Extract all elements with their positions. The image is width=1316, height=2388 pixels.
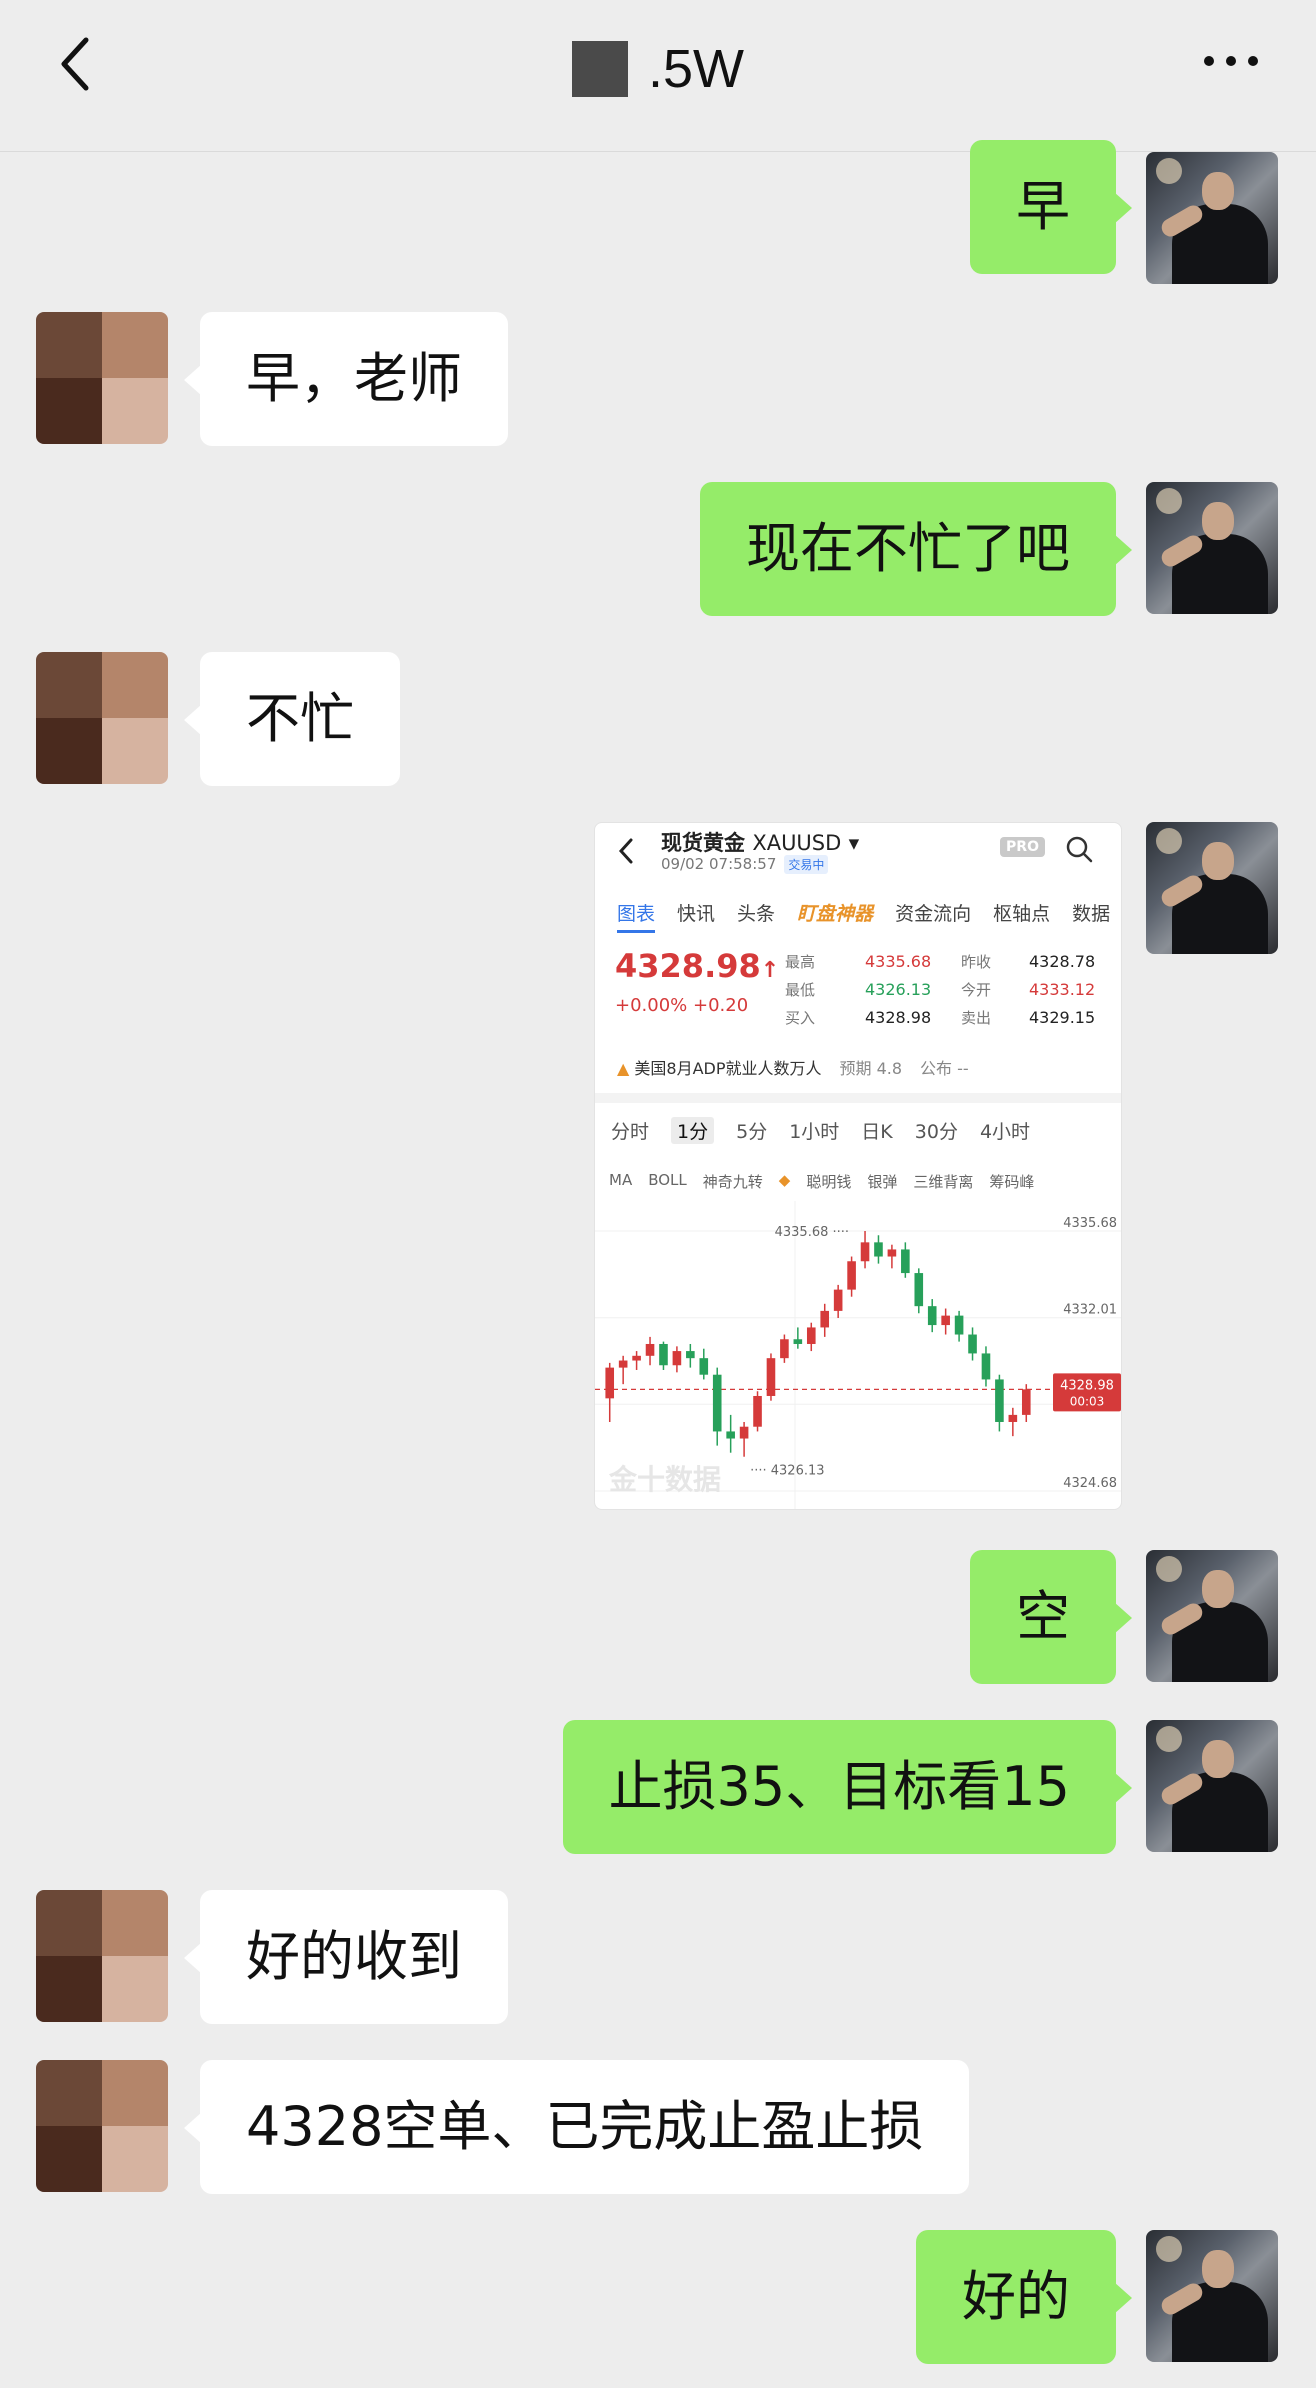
- min-price-label: ···· 4326.13: [750, 1464, 824, 1479]
- candle-body: [1008, 1414, 1018, 1422]
- y-tick-label: 4335.68: [1063, 1216, 1117, 1231]
- tab-data: 数据: [1072, 903, 1111, 925]
- status-badge: 交易中: [784, 855, 829, 874]
- quote-grid: 最高 4335.68 昨收 4328.78 最低 4326.13 今开 4333.12 买入…: [785, 951, 1096, 1027]
- pro-badge: PRO: [1000, 837, 1045, 857]
- candle-body: [833, 1289, 843, 1311]
- candle-body: [806, 1327, 816, 1344]
- candle-body: [672, 1351, 682, 1366]
- my-avatar[interactable]: [1146, 152, 1278, 284]
- indicator-tabs: MA BOLL 神奇九转 ◆ 聪明钱 银弹 三维背离 筹码峰: [609, 1171, 1035, 1191]
- more-dots-icon[interactable]: [1186, 36, 1276, 86]
- message-bubble[interactable]: 好的收到: [184, 1890, 508, 2024]
- candle-body: [793, 1339, 803, 1344]
- my-avatar[interactable]: [1146, 822, 1278, 954]
- message-bubble[interactable]: 早: [970, 140, 1132, 274]
- contact-avatar[interactable]: [36, 2060, 168, 2192]
- candle-body: [914, 1273, 924, 1307]
- message-bubble[interactable]: 止损35、目标看15: [562, 1720, 1133, 1854]
- watermark: 金十数据: [608, 1463, 721, 1496]
- candle-body: [954, 1315, 964, 1335]
- chevron-left-icon: [618, 838, 633, 864]
- candle-body: [753, 1395, 762, 1427]
- message-bubble[interactable]: 早，老师: [184, 312, 508, 446]
- message-bubble[interactable]: 好的: [916, 2230, 1132, 2364]
- candle-body: [968, 1334, 977, 1354]
- candle-body: [780, 1339, 789, 1359]
- redaction-block: [571, 41, 628, 97]
- message-bubble[interactable]: 现在不忙了吧: [700, 482, 1132, 616]
- message-bubble[interactable]: 不忙: [184, 652, 400, 786]
- candle-body: [981, 1353, 991, 1380]
- message-bubble[interactable]: 4328空单、已完成止盈止损: [183, 2060, 970, 2194]
- timeframe-tabs: 分时 1分 5分 1小时 日K 30分 4小时: [611, 1117, 1030, 1144]
- candle-body: [605, 1367, 615, 1399]
- tab-news: 快讯: [677, 903, 716, 925]
- contact-avatar[interactable]: [36, 1890, 168, 2022]
- chat-title-text: .5W: [647, 39, 744, 99]
- last-price: 4328.98↑: [615, 947, 780, 985]
- app-header: 现货黄金 XAUUSD ▾ 09/02 07:58:57 交易中 PRO: [595, 823, 1121, 887]
- candle-body: [927, 1306, 937, 1326]
- candle-body: [941, 1315, 950, 1326]
- candle-body: [860, 1242, 870, 1262]
- candle-body: [645, 1343, 655, 1356]
- candle-body: [766, 1358, 776, 1396]
- chat-title: .5W: [0, 34, 1316, 104]
- tab-fund-flow: 资金流向: [895, 903, 972, 925]
- tab-monitor: 盯盘神器: [797, 903, 874, 925]
- candle-body: [874, 1242, 883, 1257]
- candle-body: [699, 1358, 709, 1375]
- candle-body: [887, 1249, 897, 1257]
- price-change: +0.00% +0.20: [615, 995, 749, 1016]
- contact-avatar[interactable]: [36, 312, 168, 444]
- my-avatar[interactable]: [1146, 2230, 1278, 2362]
- candle-body: [686, 1351, 695, 1359]
- y-tick-label: 4332.01: [1063, 1303, 1117, 1318]
- last-price-tag-value: 4328.98: [1060, 1378, 1114, 1393]
- candle-body: [659, 1343, 668, 1366]
- my-avatar[interactable]: [1146, 1720, 1278, 1852]
- message-bubble[interactable]: 空: [970, 1550, 1132, 1684]
- candle-body: [618, 1360, 628, 1368]
- my-avatar[interactable]: [1146, 1550, 1278, 1682]
- candle-body: [995, 1379, 1004, 1422]
- candle-body: [739, 1426, 749, 1439]
- candle-body: [820, 1310, 830, 1328]
- search-icon: [1066, 836, 1093, 863]
- tab-pivot: 枢轴点: [993, 903, 1051, 925]
- y-tick-label: 4324.68: [1063, 1476, 1117, 1491]
- tab-chart: 图表: [617, 899, 656, 933]
- candle-body: [901, 1249, 910, 1274]
- tab-headlines: 头条: [737, 903, 776, 925]
- candle-body: [712, 1374, 722, 1432]
- max-price-label: 4335.68 ····: [775, 1225, 849, 1240]
- candle-body: [632, 1355, 641, 1361]
- candle-body: [726, 1431, 735, 1439]
- image-message-trading-screenshot[interactable]: 现货黄金 XAUUSD ▾ 09/02 07:58:57 交易中 PRO 图表 快…: [594, 822, 1122, 1510]
- news-ticker: ▲ 美国8月ADP就业人数万人 预期 4.8 公布 --: [617, 1059, 969, 1078]
- contact-avatar[interactable]: [36, 652, 168, 784]
- app-tabs: 图表 快讯 头条 盯盘神器 资金流向 枢轴点 数据: [617, 899, 1110, 933]
- symbol-title: 现货黄金 XAUUSD ▾: [661, 831, 860, 855]
- candle-body: [847, 1261, 856, 1290]
- candle-body: [1021, 1389, 1031, 1415]
- candlestick-chart: 金十数据 4335.68 4332.01 4324.68 4335.68 ···· ···…: [595, 1201, 1121, 1509]
- my-avatar[interactable]: [1146, 482, 1278, 614]
- timestamp: 09/02 07:58:57 交易中: [661, 855, 829, 874]
- chat-header: .5W: [0, 0, 1316, 152]
- countdown-label: 00:03: [1070, 1394, 1105, 1408]
